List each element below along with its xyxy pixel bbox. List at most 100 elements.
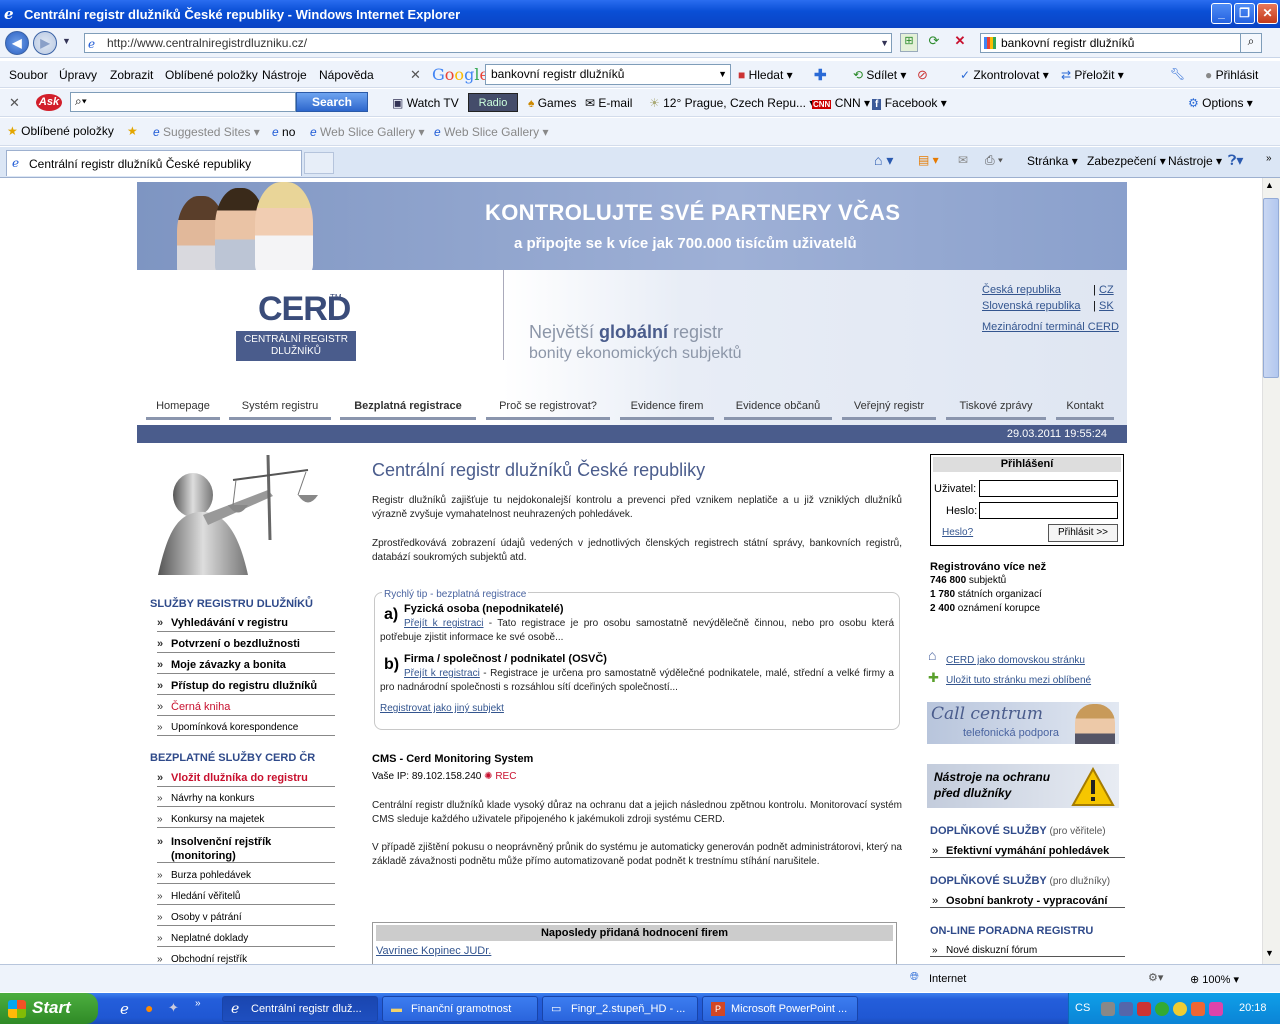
suggested-sites-link[interactable]: e Suggested Sites ▾ (153, 125, 260, 139)
nav-contact[interactable]: Kontakt (1056, 400, 1114, 420)
quicklaunch-ie-icon[interactable]: e (120, 1000, 129, 1018)
service-search-registry[interactable]: Vyhledávání v registru (157, 617, 335, 632)
nav-companies[interactable]: Evidence firem (620, 400, 714, 420)
free-invalid-documents[interactable]: Neplatné doklady (157, 933, 335, 947)
favorite-no-link[interactable]: e no (272, 125, 295, 139)
help-icon[interactable]: ❓︎▾ (1228, 152, 1243, 169)
nav-why-register[interactable]: Proč se registrovat? (486, 400, 610, 420)
ask-search-button[interactable]: Search (296, 92, 368, 112)
tab-active[interactable]: e Centrální registr dlužníků České repub… (6, 150, 302, 176)
menu-soubor[interactable]: Soubor (9, 68, 48, 82)
email-link[interactable]: ✉ E-mail (585, 96, 632, 110)
tray-icon-2[interactable] (1119, 1002, 1133, 1016)
chevron-right-icon[interactable]: » (1266, 153, 1272, 164)
zoom-control[interactable]: ⊕ 100% ▾ (1190, 973, 1239, 986)
refresh-icon[interactable]: ⟳ (925, 33, 943, 52)
minimize-button[interactable]: _ (1211, 3, 1232, 24)
nav-free-registration[interactable]: Bezplatná registrace (340, 400, 476, 420)
debtor-tools-banner[interactable]: Nástroje na ochranu před dlužníky (927, 764, 1119, 808)
close-toolbar-icon[interactable]: ✕ (410, 67, 421, 83)
compatibility-icon[interactable]: ⊞ (900, 33, 918, 52)
service-access-registry[interactable]: Přístup do registru dlužníků (157, 680, 335, 695)
scrollbar-thumb[interactable] (1263, 198, 1279, 378)
print-icon[interactable]: ⎙ ▾ (985, 153, 1003, 168)
addon-personal-bankruptcy[interactable]: Osobní bankroty - vypracování (930, 895, 1125, 908)
share-button[interactable]: ⟲ Sdílet ▾ (853, 68, 906, 82)
home-icon[interactable]: ⌂ ▾ (874, 152, 893, 169)
quicklaunch-more-icon[interactable]: » (195, 998, 201, 1009)
tip-b-register-link[interactable]: Přejít k registraci (404, 668, 480, 679)
translate-button[interactable]: ⇄ Přeložit ▾ (1061, 68, 1124, 82)
free-add-debtor[interactable]: Vložit dlužníka do registru (157, 772, 335, 787)
spellcheck-button[interactable]: ✓ Zkontrolovat ▾ (960, 68, 1049, 82)
tray-icon-3[interactable] (1137, 1002, 1151, 1016)
service-no-debt-certificate[interactable]: Potvrzení o bezdlužnosti (157, 638, 335, 653)
addon-debt-collection[interactable]: Efektivní vymáhání pohledávek (930, 845, 1125, 858)
nav-system[interactable]: Systém registru (229, 400, 331, 420)
cnn-link[interactable]: CNN CNN ▾ (812, 96, 870, 110)
nav-homepage[interactable]: Homepage (146, 400, 220, 420)
terminal-link[interactable]: Mezinárodní terminál CERD (982, 321, 1119, 333)
games-link[interactable]: ♠ Games (528, 96, 576, 110)
free-insolvency-register[interactable]: Insolvenční rejstřík (monitoring) (157, 835, 335, 863)
taskbar-item-folder[interactable]: ▬ Finanční gramotnost (382, 996, 538, 1022)
google-dropdown-icon[interactable]: ▼ (718, 65, 727, 84)
service-reminder-letters[interactable]: Upomínková korespondence (157, 722, 335, 736)
clock[interactable]: 20:18 (1239, 1002, 1267, 1014)
security-menu[interactable]: Zabezpečení ▾ (1087, 154, 1166, 168)
username-input[interactable] (979, 480, 1118, 497)
tools-menu[interactable]: Nástroje ▾ (1168, 154, 1222, 168)
window-title-bar[interactable]: e Centrální registr dlužníků České repub… (0, 0, 1280, 28)
maximize-button[interactable]: ❐ (1234, 3, 1255, 24)
read-mail-icon[interactable]: ✉ (958, 153, 968, 167)
wrench-icon[interactable]: 🔧︎ (1170, 67, 1185, 81)
call-center-banner[interactable]: Call centrum telefonická podpora (927, 702, 1119, 744)
nav-citizens[interactable]: Evidence občanů (724, 400, 832, 420)
options-button[interactable]: ⚙ Options ▾ (1188, 96, 1253, 110)
facebook-link[interactable]: f Facebook ▾ (872, 96, 947, 110)
add-favorites-link[interactable]: Uložit tuto stránku mezi oblíbené (946, 675, 1091, 686)
close-button[interactable]: ✕ (1257, 3, 1278, 24)
scroll-up-icon[interactable]: ▲ (1265, 180, 1274, 190)
web-slice-link-2[interactable]: e Web Slice Gallery ▾ (434, 125, 549, 139)
google-toolbar-search[interactable]: bankovní registr dlužníků ▼ (485, 64, 731, 85)
taskbar-item-powerpoint[interactable]: P Microsoft PowerPoint ... (702, 996, 858, 1022)
lang-code-sk[interactable]: SK (1099, 300, 1114, 312)
new-tab-button[interactable] (304, 152, 334, 174)
quicklaunch-firefox-icon[interactable]: ● (145, 1000, 153, 1016)
plus-icon[interactable]: ✚ (814, 66, 827, 84)
menu-nastroje[interactable]: Nástroje (262, 68, 307, 82)
menu-oblibene[interactable]: Oblíbené položky (165, 68, 258, 82)
protected-mode-icon[interactable]: ⚙▾ (1148, 971, 1163, 984)
menu-zobrazit[interactable]: Zobrazit (110, 68, 153, 82)
ask-search-input[interactable]: ⌕▾ (70, 92, 296, 112)
start-button[interactable]: Start (0, 993, 98, 1024)
nav-press[interactable]: Tiskové zprávy (946, 400, 1046, 420)
free-receivables-exchange[interactable]: Burza pohledávek (157, 870, 335, 884)
rating-item-link[interactable]: Vavrinec Kopinec JUDr. (376, 945, 491, 957)
tip-a-register-link[interactable]: Přejít k registraci (404, 618, 484, 629)
rss-icon[interactable]: ▤ ▾ (918, 153, 939, 167)
tray-icon-1[interactable] (1101, 1002, 1115, 1016)
browser-search-input[interactable]: bankovní registr dlužníků (980, 33, 1242, 53)
stop-icon[interactable]: ✕ (951, 33, 969, 52)
free-wanted-persons[interactable]: Osoby v pátrání (157, 912, 335, 926)
service-my-obligations[interactable]: Moje závazky a bonita (157, 659, 335, 674)
web-slice-link-1[interactable]: e Web Slice Gallery ▾ (310, 125, 425, 139)
login-button[interactable]: Přihlásit >> (1048, 524, 1118, 542)
signin-button[interactable]: ● Přihlásit (1205, 68, 1258, 82)
service-black-book[interactable]: Černá kniha (157, 701, 335, 716)
menu-napoveda[interactable]: Nápověda (319, 68, 374, 82)
password-input[interactable] (979, 502, 1118, 519)
menu-upravy[interactable]: Úpravy (59, 68, 97, 82)
weather-link[interactable]: ☀ 12° Prague, Czech Repu... ▾ (649, 96, 815, 110)
tray-icon-6[interactable] (1191, 1002, 1205, 1016)
page-menu[interactable]: Stránka ▾ (1027, 154, 1078, 168)
address-input[interactable]: e http://www.centralniregistrdluzniku.cz… (84, 33, 892, 53)
watch-tv-link[interactable]: ▣ Watch TV (392, 96, 459, 110)
close-ask-toolbar-icon[interactable]: ✕ (9, 95, 20, 111)
forgot-password-link[interactable]: Heslo? (942, 527, 973, 538)
tray-icon-4[interactable] (1155, 1002, 1169, 1016)
history-dropdown-icon[interactable]: ▼ (62, 36, 71, 46)
tray-icon-7[interactable] (1209, 1002, 1223, 1016)
